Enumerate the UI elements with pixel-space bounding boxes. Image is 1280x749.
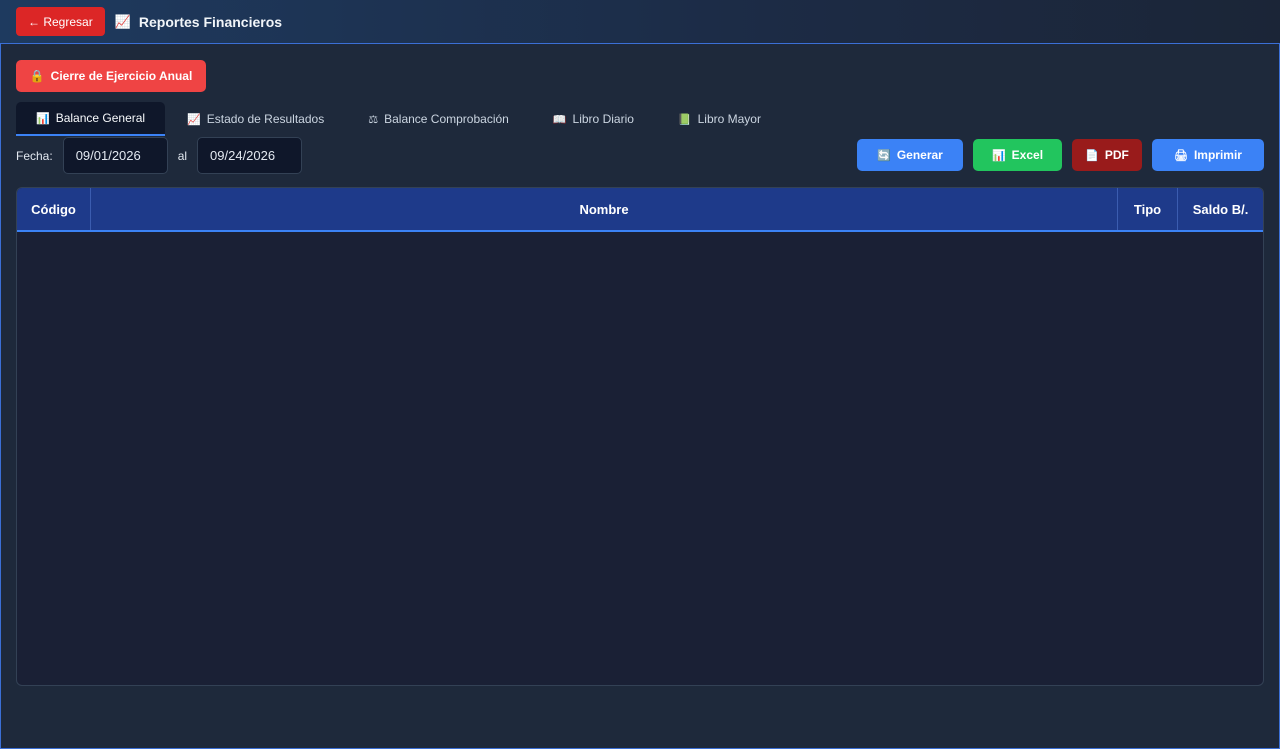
report-table: Código Nombre Tipo Saldo B/. bbox=[16, 187, 1264, 686]
tab-label: Libro Diario bbox=[572, 112, 634, 126]
tab-label: Estado de Resultados bbox=[206, 112, 325, 126]
tab-label: Balance General bbox=[55, 111, 146, 125]
printer-icon: 🖨 bbox=[1174, 149, 1188, 162]
chart-increasing-icon: 📈 bbox=[114, 13, 131, 29]
excel-label: Excel bbox=[1011, 148, 1044, 162]
report-tabs: 📊 Balance General 📈 Estado de Resultados… bbox=[16, 102, 783, 136]
balance-scale-icon: ⚖ bbox=[368, 113, 379, 126]
close-fiscal-year-button[interactable]: 🔒 Cierre de Ejercicio Anual bbox=[16, 60, 206, 92]
print-label: Imprimir bbox=[1193, 148, 1242, 162]
column-header-nombre[interactable]: Nombre bbox=[90, 188, 1118, 231]
refresh-icon: 🔄 bbox=[877, 149, 891, 162]
column-header-codigo[interactable]: Código bbox=[17, 188, 91, 231]
tab-estado-resultados[interactable]: 📈 Estado de Resultados bbox=[165, 102, 346, 136]
main-panel: 🔒 Cierre de Ejercicio Anual 📊 Balance Ge… bbox=[0, 43, 1280, 749]
top-bar: ← Regresar 📈 Reportes Financieros bbox=[0, 0, 1280, 43]
tab-balance-general[interactable]: 📊 Balance General bbox=[16, 102, 166, 136]
bar-chart-icon: 📊 bbox=[36, 112, 50, 125]
print-button[interactable]: 🖨 Imprimir bbox=[1152, 139, 1264, 171]
page-header: 📈 Reportes Financieros bbox=[115, 14, 282, 30]
close-fiscal-year-label: Cierre de Ejercicio Anual bbox=[50, 69, 193, 83]
document-icon: 📄 bbox=[1085, 149, 1099, 162]
date-to-label: al bbox=[177, 148, 188, 163]
date-label: Fecha: bbox=[16, 148, 53, 163]
generate-button[interactable]: 🔄 Generar bbox=[857, 139, 963, 171]
date-to-input[interactable] bbox=[197, 137, 303, 174]
date-filter: Fecha: al bbox=[16, 136, 303, 175]
lock-icon: 🔒 bbox=[29, 69, 45, 83]
action-buttons: 🔄 Generar 📊 Excel 📄 PDF 🖨 Imprimir bbox=[857, 139, 1264, 171]
excel-button[interactable]: 📊 Excel bbox=[973, 139, 1062, 171]
table-header-row: Código Nombre Tipo Saldo B/. bbox=[17, 188, 1263, 231]
chart-increasing-icon: 📈 bbox=[187, 113, 201, 126]
generate-label: Generar bbox=[896, 148, 943, 162]
column-header-saldo[interactable]: Saldo B/. bbox=[1178, 188, 1264, 231]
open-book-icon: 📖 bbox=[552, 113, 567, 126]
tab-libro-diario[interactable]: 📖 Libro Diario bbox=[531, 102, 656, 136]
tab-libro-mayor[interactable]: 📗 Libro Mayor bbox=[656, 102, 783, 136]
tab-label: Libro Mayor bbox=[697, 112, 761, 126]
back-button[interactable]: ← Regresar bbox=[16, 7, 105, 36]
pdf-button[interactable]: 📄 PDF bbox=[1072, 139, 1142, 171]
tab-label: Balance Comprobación bbox=[384, 112, 509, 126]
bar-chart-icon: 📊 bbox=[991, 149, 1006, 162]
green-book-icon: 📗 bbox=[677, 113, 692, 126]
pdf-label: PDF bbox=[1104, 148, 1129, 162]
column-header-tipo[interactable]: Tipo bbox=[1117, 188, 1178, 231]
tab-balance-comprobacion[interactable]: ⚖ Balance Comprobación bbox=[346, 102, 531, 136]
date-from-input[interactable] bbox=[62, 137, 168, 174]
page-title: Reportes Financieros bbox=[138, 13, 283, 30]
